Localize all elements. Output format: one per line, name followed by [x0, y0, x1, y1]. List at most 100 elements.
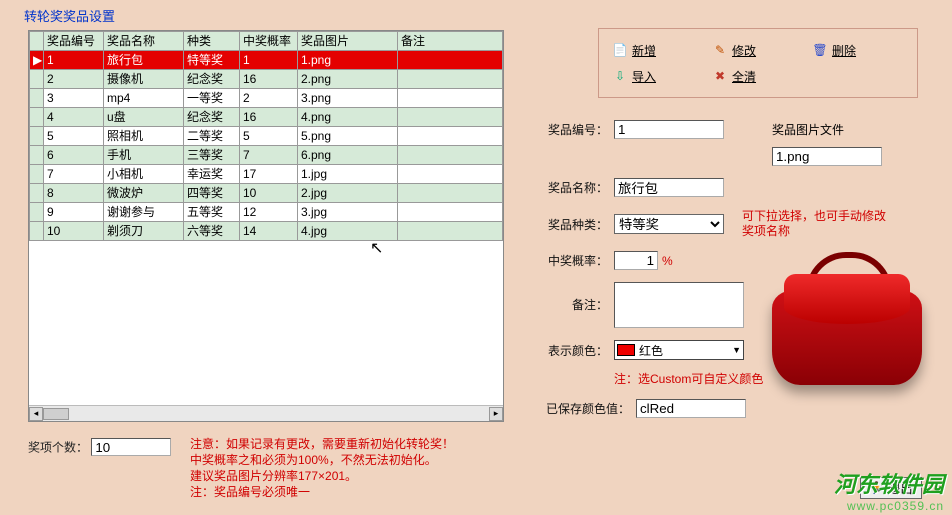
table-row[interactable]: ▶1旅行包特等奖11.png [30, 51, 503, 70]
rate-label: 中奖概率： [540, 252, 614, 269]
cell[interactable]: 四等奖 [184, 184, 240, 203]
cell[interactable]: 4.png [298, 108, 398, 127]
cell[interactable] [398, 165, 503, 184]
color-select[interactable]: 红色 ▼ [614, 340, 744, 360]
cell[interactable]: 2.png [298, 70, 398, 89]
cell[interactable]: 摄像机 [104, 70, 184, 89]
cell[interactable]: 9 [44, 203, 104, 222]
page-title: 转轮奖奖品设置 [0, 0, 952, 31]
cell[interactable]: 17 [240, 165, 298, 184]
cell[interactable]: 5.png [298, 127, 398, 146]
cell[interactable]: 8 [44, 184, 104, 203]
table-row[interactable]: 8微波炉四等奖102.jpg [30, 184, 503, 203]
name-input[interactable] [614, 178, 724, 197]
cell[interactable]: u盘 [104, 108, 184, 127]
cell[interactable]: 纪念奖 [184, 70, 240, 89]
cell[interactable]: 5 [240, 127, 298, 146]
cell[interactable]: 7 [240, 146, 298, 165]
edit-button[interactable]: ✎修改 [699, 37, 799, 63]
cell[interactable]: 4 [44, 108, 104, 127]
exit-button[interactable]: 🏃 退出 [860, 477, 922, 499]
cell[interactable]: 2 [44, 70, 104, 89]
count-label: 奖项个数： [28, 441, 88, 455]
cell[interactable]: 14 [240, 222, 298, 241]
rate-input[interactable] [614, 251, 658, 270]
cell[interactable] [398, 222, 503, 241]
cell[interactable]: 16 [240, 70, 298, 89]
table-row[interactable]: 9谢谢参与五等奖123.jpg [30, 203, 503, 222]
cell[interactable]: 6 [44, 146, 104, 165]
clear-button[interactable]: ✖全清 [699, 63, 799, 89]
table-row[interactable]: 2摄像机纪念奖162.png [30, 70, 503, 89]
count-input[interactable] [91, 438, 171, 456]
imgfile-input[interactable] [772, 147, 882, 166]
cell[interactable]: 1.png [298, 51, 398, 70]
cell[interactable]: 微波炉 [104, 184, 184, 203]
cell[interactable] [398, 51, 503, 70]
scroll-right-arrow[interactable]: ▸ [489, 407, 503, 421]
scroll-left-arrow[interactable]: ◂ [29, 407, 43, 421]
cell[interactable]: 10 [240, 184, 298, 203]
cell[interactable]: 12 [240, 203, 298, 222]
cell[interactable]: 纪念奖 [184, 108, 240, 127]
col-header[interactable]: 备注 [398, 32, 503, 51]
col-header[interactable]: 中奖概率 [240, 32, 298, 51]
cell[interactable]: 2 [240, 89, 298, 108]
cell[interactable]: 7 [44, 165, 104, 184]
cell[interactable]: 10 [44, 222, 104, 241]
cell[interactable]: 五等奖 [184, 203, 240, 222]
cell[interactable] [398, 203, 503, 222]
cell[interactable]: 剃须刀 [104, 222, 184, 241]
cell[interactable]: 1.jpg [298, 165, 398, 184]
cell[interactable]: 3 [44, 89, 104, 108]
prize-table[interactable]: 奖品编号奖品名称种类中奖概率奖品图片备注 ▶1旅行包特等奖11.png2摄像机纪… [29, 31, 503, 241]
table-row[interactable]: 10剃须刀六等奖144.jpg [30, 222, 503, 241]
kind-select[interactable]: 特等奖 [614, 214, 724, 234]
cell[interactable] [398, 70, 503, 89]
cell[interactable]: 三等奖 [184, 146, 240, 165]
import-button[interactable]: ⇩导入 [599, 63, 699, 89]
table-row[interactable]: 5照相机二等奖55.png [30, 127, 503, 146]
cell[interactable]: 旅行包 [104, 51, 184, 70]
cell[interactable]: 16 [240, 108, 298, 127]
cell[interactable]: 3.png [298, 89, 398, 108]
col-header[interactable]: 种类 [184, 32, 240, 51]
col-header[interactable]: 奖品图片 [298, 32, 398, 51]
cell[interactable]: 六等奖 [184, 222, 240, 241]
scroll-thumb[interactable] [43, 408, 69, 420]
cell[interactable] [398, 108, 503, 127]
savedcolor-input[interactable] [636, 399, 746, 418]
id-input[interactable] [614, 120, 724, 139]
table-row[interactable]: 3mp4一等奖23.png [30, 89, 503, 108]
cell[interactable]: 6.png [298, 146, 398, 165]
cell[interactable]: 特等奖 [184, 51, 240, 70]
cell[interactable]: 3.jpg [298, 203, 398, 222]
cell[interactable] [398, 127, 503, 146]
table-row[interactable]: 7小相机幸运奖171.jpg [30, 165, 503, 184]
cell[interactable]: mp4 [104, 89, 184, 108]
cell[interactable]: 5 [44, 127, 104, 146]
col-header[interactable]: 奖品编号 [44, 32, 104, 51]
cell[interactable]: 2.jpg [298, 184, 398, 203]
h-scrollbar[interactable]: ◂ ▸ [29, 405, 503, 421]
delete-button[interactable]: 🗑删除 [799, 37, 899, 63]
cell[interactable]: 手机 [104, 146, 184, 165]
cell[interactable]: 1 [240, 51, 298, 70]
cell[interactable]: 小相机 [104, 165, 184, 184]
kind-label: 奖品种类： [540, 216, 614, 233]
table-row[interactable]: 6手机三等奖76.png [30, 146, 503, 165]
table-row[interactable]: 4u盘纪念奖164.png [30, 108, 503, 127]
add-button[interactable]: 📄新增 [599, 37, 699, 63]
cell[interactable]: 谢谢参与 [104, 203, 184, 222]
cell[interactable] [398, 184, 503, 203]
cell[interactable]: 照相机 [104, 127, 184, 146]
cell[interactable]: 4.jpg [298, 222, 398, 241]
note-input[interactable] [614, 282, 744, 328]
cell[interactable]: 一等奖 [184, 89, 240, 108]
cell[interactable]: 幸运奖 [184, 165, 240, 184]
cell[interactable] [398, 89, 503, 108]
cell[interactable] [398, 146, 503, 165]
cell[interactable]: 1 [44, 51, 104, 70]
cell[interactable]: 二等奖 [184, 127, 240, 146]
col-header[interactable]: 奖品名称 [104, 32, 184, 51]
